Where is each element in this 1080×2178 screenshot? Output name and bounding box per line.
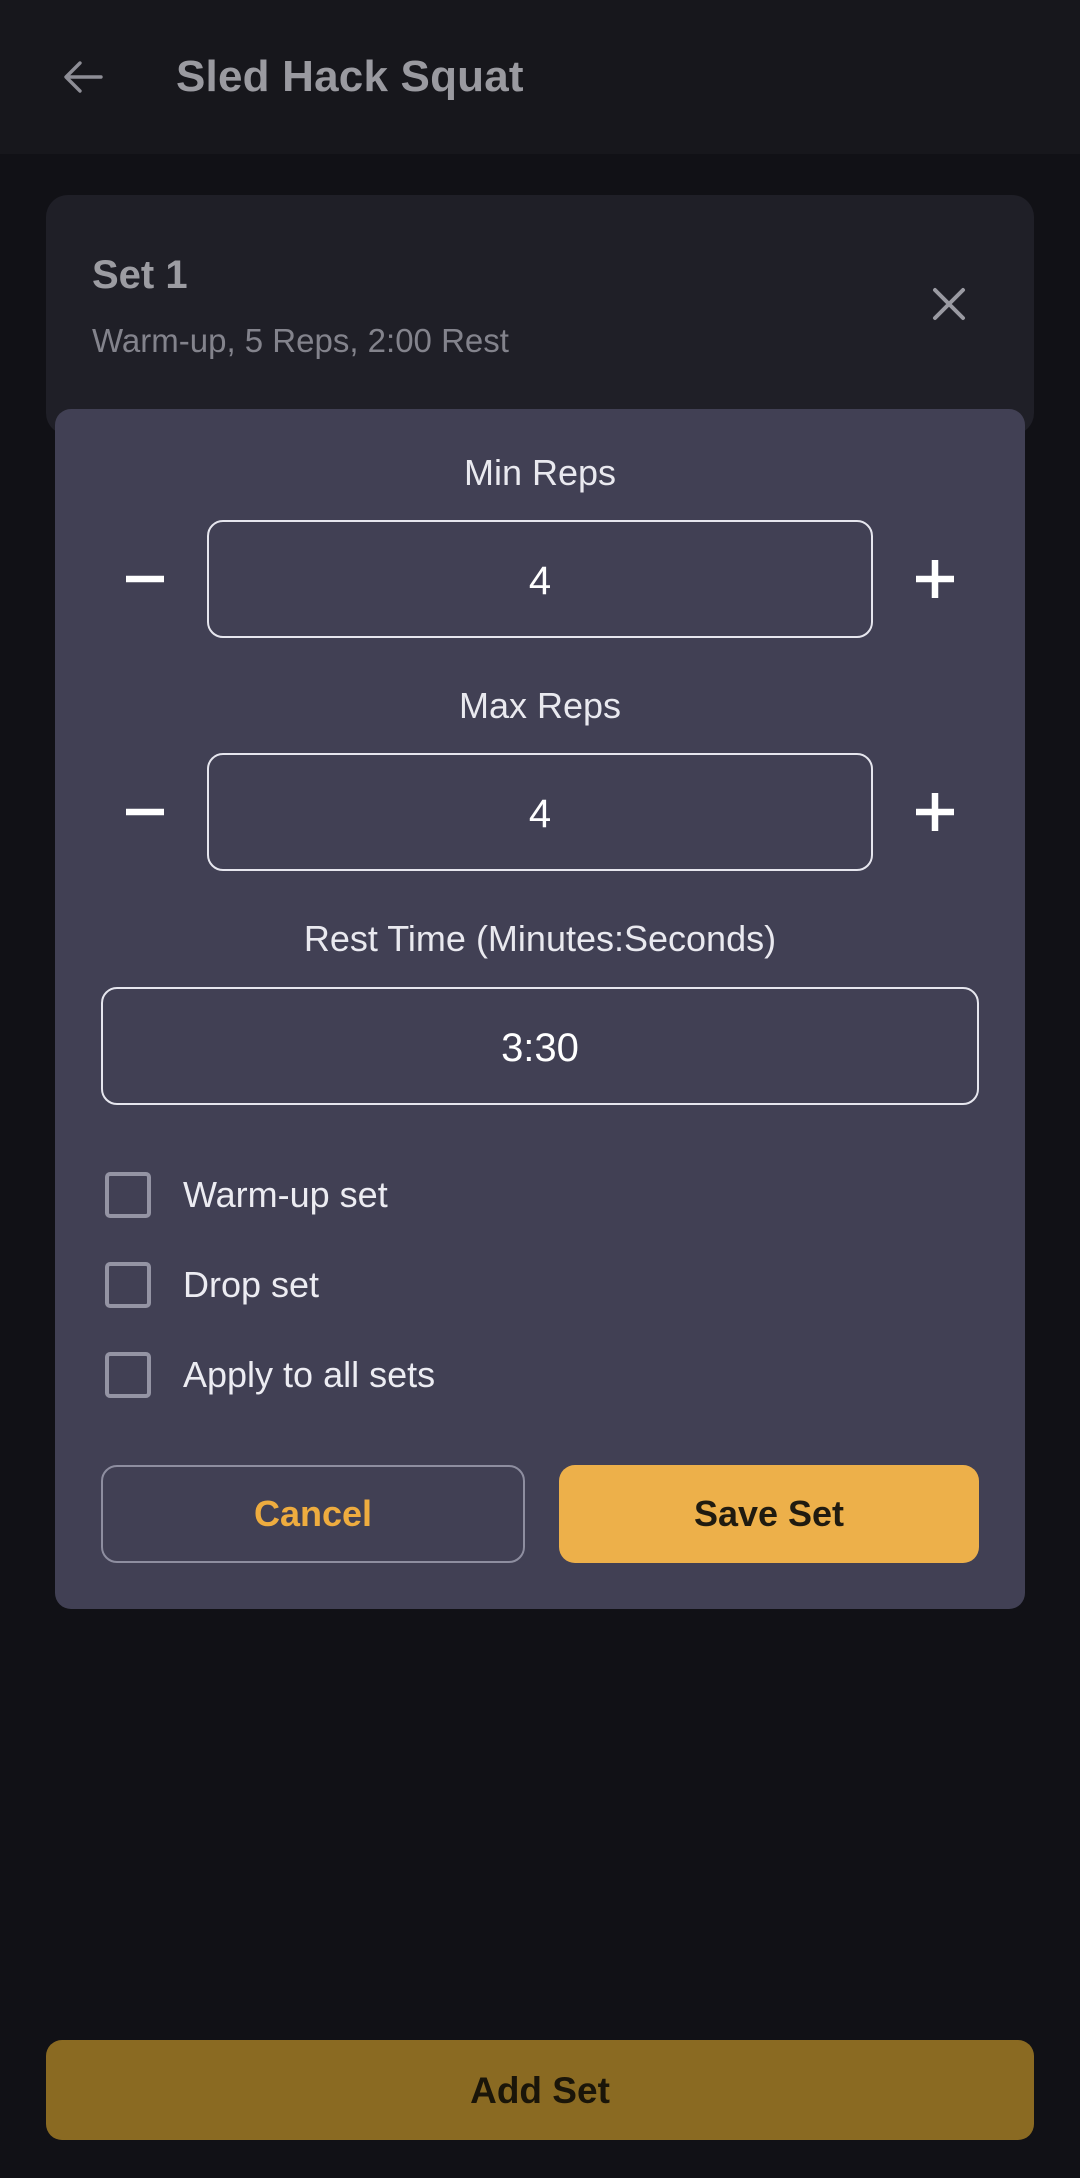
min-reps-label: Min Reps	[463, 452, 617, 493]
drop-set-checkbox[interactable]	[105, 1261, 151, 1308]
save-set-button[interactable]: Save Set	[559, 1464, 979, 1563]
close-icon	[927, 282, 971, 326]
bottom-bar: Add Set	[0, 2002, 1080, 2178]
max-reps-decrement-button[interactable]	[101, 768, 189, 856]
arrow-left-icon	[57, 51, 109, 103]
warmup-set-label: Warm-up set	[183, 1173, 388, 1215]
min-reps-stepper: 4	[101, 520, 979, 639]
close-set-button[interactable]	[914, 269, 984, 339]
min-reps-decrement-button[interactable]	[101, 535, 189, 623]
apply-all-sets-checkbox[interactable]	[105, 1351, 151, 1398]
warmup-set-option[interactable]: Warm-up set	[101, 1159, 979, 1231]
minus-icon	[116, 550, 174, 608]
set-subtitle: Warm-up, 5 Reps, 2:00 Rest	[92, 322, 509, 359]
plus-icon	[906, 783, 964, 841]
set-title: Set 1	[92, 253, 188, 297]
plus-icon	[906, 550, 964, 608]
min-reps-increment-button[interactable]	[891, 535, 979, 623]
apply-all-sets-label: Apply to all sets	[183, 1353, 436, 1395]
min-reps-input[interactable]: 4	[207, 520, 873, 639]
page-title: Sled Hack Squat	[176, 52, 524, 101]
set-card: Set 1 Warm-up, 5 Reps, 2:00 Rest	[46, 195, 1034, 435]
options-group: Warm-up set Drop set Apply to all sets	[101, 1159, 979, 1411]
drop-set-label: Drop set	[183, 1263, 320, 1305]
minus-icon	[116, 783, 174, 841]
add-set-button[interactable]: Add Set	[46, 2040, 1034, 2140]
drop-set-option[interactable]: Drop set	[101, 1249, 979, 1321]
cancel-button[interactable]: Cancel	[101, 1464, 525, 1563]
set-edit-panel: Min Reps 4 Max Reps 4 Rest Time (Minutes…	[55, 409, 1025, 1609]
app-bar: Sled Hack Squat	[0, 0, 1080, 154]
warmup-set-checkbox[interactable]	[105, 1171, 151, 1218]
rest-time-label: Rest Time (Minutes:Seconds)	[303, 918, 777, 960]
apply-all-sets-option[interactable]: Apply to all sets	[101, 1339, 979, 1411]
max-reps-stepper: 4	[101, 753, 979, 872]
rest-time-input[interactable]: 3:30	[101, 986, 979, 1105]
max-reps-increment-button[interactable]	[891, 768, 979, 856]
set-card-header: Set 1 Warm-up, 5 Reps, 2:00 Rest	[92, 251, 988, 361]
max-reps-input[interactable]: 4	[207, 753, 873, 872]
back-button[interactable]	[46, 40, 120, 114]
set-card-text-group: Set 1 Warm-up, 5 Reps, 2:00 Rest	[92, 251, 509, 361]
page-content: Set 1 Warm-up, 5 Reps, 2:00 Rest Min Rep…	[0, 154, 1080, 2178]
max-reps-label: Max Reps	[458, 685, 622, 727]
panel-actions: Cancel Save Set	[101, 1464, 979, 1563]
